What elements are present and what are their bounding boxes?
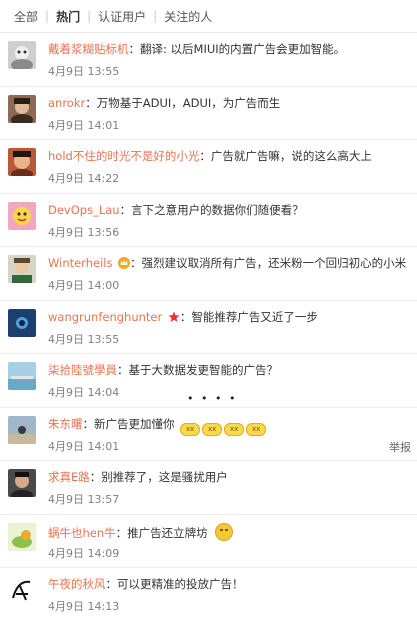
comment-time: 4月9日 14:01 bbox=[48, 439, 120, 453]
comment-time: 4月9日 13:57 bbox=[48, 493, 120, 506]
username[interactable]: DevOps_Lau bbox=[48, 203, 120, 217]
tab-following[interactable]: 关注的人 bbox=[158, 8, 218, 25]
comment-time: 4月9日 14:13 bbox=[48, 600, 120, 613]
comment-row: 求真E路：别推荐了，这是骚扰用户 4月9日 13:57 bbox=[0, 461, 417, 515]
comment-row: wangrunfenghunter ：智能推荐广告又近了一步 4月9日 13:5… bbox=[0, 301, 417, 354]
avatar[interactable] bbox=[8, 576, 36, 604]
comment-text: 言下之意用户的数据你们随便看？ bbox=[131, 202, 304, 217]
username[interactable]: 午夜的秋风 bbox=[48, 577, 106, 591]
emoji-strip: xx xx xx xx bbox=[180, 422, 267, 436]
avatar[interactable] bbox=[8, 308, 36, 337]
avatar[interactable] bbox=[8, 201, 36, 230]
username[interactable]: hold不住的时光不是好的小光 bbox=[48, 149, 199, 163]
avatar[interactable] bbox=[8, 469, 36, 497]
username[interactable]: 朱东曙 bbox=[48, 417, 83, 431]
username[interactable]: Winterheils bbox=[48, 256, 112, 270]
emoji-icon: xx bbox=[202, 422, 223, 436]
comment-text: 翻译: 以后MIUI的内置广告会更加智能。 bbox=[140, 42, 346, 56]
username[interactable]: anrokr bbox=[48, 96, 85, 110]
red-star-icon bbox=[168, 311, 180, 322]
avatar[interactable] bbox=[8, 255, 36, 283]
comment-list: 戴着浆糊贴标机：翻译: 以后MIUI的内置广告会更加智能。 4月9日 13:55… bbox=[0, 33, 417, 622]
avatar[interactable] bbox=[8, 362, 36, 390]
comment-text: 强烈建议取消所有广告，还米粉一个回归初心的小米 bbox=[141, 256, 407, 270]
comment-filter-tabs: 全部 | 热门 | 认证用户 | 关注的人 bbox=[0, 0, 417, 33]
comment-row: 朱东曙：新广告更加懂你 xx xx xx xx 4月9日 14:01 举报 bbox=[0, 408, 417, 461]
report-link[interactable]: 举报 bbox=[389, 439, 411, 455]
tab-hot[interactable]: 热门 bbox=[50, 8, 86, 25]
comment-row: Winterheils ：强烈建议取消所有广告，还米粉一个回归初心的小米 4月9… bbox=[0, 247, 417, 301]
comment-text: 新广告更加懂你 bbox=[94, 416, 175, 431]
avatar[interactable] bbox=[8, 148, 36, 176]
comment-time: 4月9日 14:09 bbox=[48, 546, 120, 560]
comment-time: 4月9日 14:01 bbox=[48, 118, 120, 132]
comment-time: 4月9日 14:04 bbox=[48, 386, 120, 399]
avatar[interactable] bbox=[8, 522, 36, 551]
comment-row: 蜗牛也hen牛：推广告还立牌坊 4月9日 14:09 bbox=[0, 515, 417, 568]
avatar[interactable] bbox=[8, 41, 36, 69]
comment-row: 戴着浆糊贴标机：翻译: 以后MIUI的内置广告会更加智能。 4月9日 13:55 bbox=[0, 33, 417, 87]
tab-verified-users[interactable]: 认证用户 bbox=[92, 8, 152, 25]
emoji-icon: xx bbox=[246, 422, 267, 436]
comment-row: DevOps_Lau：言下之意用户的数据你们随便看？ 4月9日 13:56 bbox=[0, 194, 417, 247]
comment-row: hold不住的时光不是好的小光：广告就广告嘛，说的这么高大上 4月9日 14:2… bbox=[0, 140, 417, 194]
comment-text: 万物基于ADUI，ADUI，为广告而生 bbox=[96, 95, 281, 110]
vip-crown-icon bbox=[118, 257, 131, 269]
username[interactable]: 蜗牛也hen牛 bbox=[48, 526, 116, 540]
avatar[interactable] bbox=[8, 94, 36, 123]
comment-row: 午夜的秋风：可以更精准的投放广告！ 4月9日 14:13 bbox=[0, 568, 417, 622]
username[interactable]: 柒拾陸號學員 bbox=[48, 363, 117, 377]
tab-all[interactable]: 全部 bbox=[8, 8, 44, 25]
comment-time: 4月9日 13:56 bbox=[48, 225, 120, 239]
emoji-icon: xx bbox=[180, 422, 201, 436]
username[interactable]: 戴着浆糊贴标机 bbox=[48, 42, 129, 56]
comment-text: 推广告还立牌坊 bbox=[127, 525, 208, 540]
comment-text: 智能推荐广告又近了一步 bbox=[191, 309, 318, 324]
comment-time: 4月9日 14:22 bbox=[48, 172, 120, 185]
comment-text: 可以更精准的投放广告！ bbox=[117, 577, 244, 591]
comment-row: anrokr：万物基于ADUI，ADUI，为广告而生 4月9日 14:01 bbox=[0, 87, 417, 140]
username[interactable]: 求真E路 bbox=[48, 470, 90, 484]
comment-text: 广告就广告嘛，说的这么高大上 bbox=[210, 149, 372, 163]
username[interactable]: wangrunfenghunter bbox=[48, 310, 162, 324]
emoji-icon: xx bbox=[224, 422, 245, 436]
avatar[interactable] bbox=[8, 415, 36, 444]
comment-time: 4月9日 13:55 bbox=[48, 65, 120, 78]
comment-text: 别推荐了，这是骚扰用户 bbox=[101, 470, 228, 484]
smiley-emoji-icon bbox=[215, 522, 234, 541]
comment-text: 基于大数据发更智能的广告？ bbox=[128, 363, 279, 377]
emoji-dots: • • • • bbox=[187, 392, 238, 405]
comment-time: 4月9日 14:00 bbox=[48, 279, 120, 292]
comment-time: 4月9日 13:55 bbox=[48, 332, 120, 346]
